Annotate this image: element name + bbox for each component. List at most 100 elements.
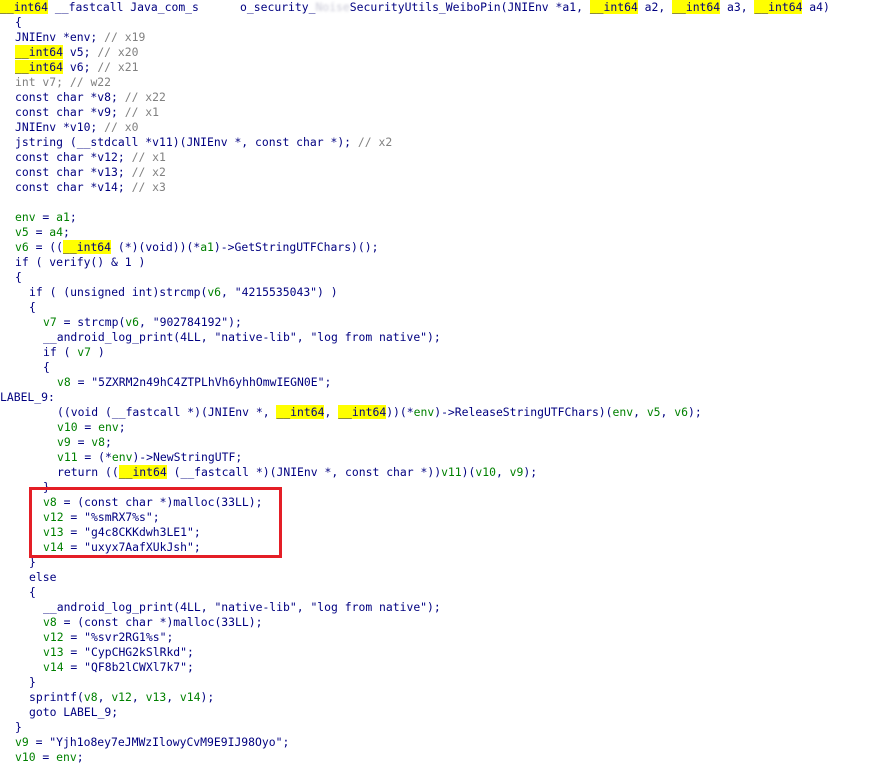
code-line[interactable]: v6 = ((__int64 (*)(void))(*a1)->GetStrin…: [0, 240, 881, 255]
code-token: // x22: [124, 90, 166, 104]
code-token: v8: [91, 435, 106, 449]
code-line[interactable]: ((void (__fastcall *)(JNIEnv *, __int64,…: [0, 405, 881, 420]
code-line[interactable]: __android_log_print(4LL, "native-lib", "…: [0, 330, 881, 345]
code-token: = (const char *)malloc(33LL);: [56, 615, 263, 629]
code-line[interactable]: __int64 __fastcall Java_com_s o_security…: [0, 0, 881, 15]
code-token: v13: [43, 645, 64, 659]
code-line[interactable]: {: [0, 300, 881, 315]
code-line[interactable]: const char *v8; // x22: [0, 90, 881, 105]
code-line[interactable]: if ( (unsigned int)strcmp(v6, "421553504…: [0, 285, 881, 300]
code-line[interactable]: [0, 195, 881, 210]
code-token: v6: [125, 315, 140, 329]
code-line[interactable]: v10 = env;: [0, 420, 881, 435]
code-line[interactable]: v12 = "%svr2RG1%s";: [0, 630, 881, 645]
code-token: sprintf(: [29, 690, 84, 704]
code-line[interactable]: __int64 v5; // x20: [0, 45, 881, 60]
code-token: __int64: [63, 240, 112, 254]
code-token: __int64: [338, 405, 387, 419]
code-line[interactable]: env = a1;: [0, 210, 881, 225]
code-line[interactable]: }: [0, 720, 881, 735]
code-line[interactable]: }: [0, 675, 881, 690]
code-token: =: [35, 210, 57, 224]
code-token: // x20: [97, 45, 139, 59]
code-token: // w22: [69, 75, 112, 89]
code-line[interactable]: const char *v13; // x2: [0, 165, 881, 180]
code-token: if ( verify() & 1 ): [15, 255, 146, 269]
code-token: v9: [57, 435, 71, 449]
code-line[interactable]: goto LABEL_9;: [0, 705, 881, 720]
code-token: v6: [15, 240, 29, 254]
code-token: LABEL_9:: [0, 390, 55, 404]
code-line[interactable]: JNIEnv *env; // x19: [0, 30, 881, 45]
code-token: Noise: [315, 0, 350, 14]
code-line[interactable]: __android_log_print(4LL, "native-lib", "…: [0, 600, 881, 615]
code-line[interactable]: int v7; // w22: [0, 75, 881, 90]
code-line[interactable]: {: [0, 270, 881, 285]
code-token: , "902784192");: [139, 315, 242, 329]
code-line[interactable]: return ((__int64 (__fastcall *)(JNIEnv *…: [0, 465, 881, 480]
code-line[interactable]: {: [0, 585, 881, 600]
code-token: ,: [97, 690, 112, 704]
code-token: );: [687, 405, 702, 419]
code-line[interactable]: v13 = "CypCHG2kSlRkd";: [0, 645, 881, 660]
code-token: ((void (__fastcall *)(JNIEnv *,: [57, 405, 277, 419]
code-line[interactable]: {: [0, 15, 881, 30]
code-line[interactable]: v14 = "QF8b2lCWXl7k7";: [0, 660, 881, 675]
code-token: // x2: [131, 165, 166, 179]
code-token: {: [43, 360, 50, 374]
code-token: = strcmp(: [56, 315, 126, 329]
code-token: ;: [105, 435, 112, 449]
pseudocode-editor[interactable]: __int64 __fastcall Java_com_s o_security…: [0, 0, 881, 765]
code-token: env: [15, 210, 36, 224]
code-token: v9: [509, 465, 524, 479]
code-line[interactable]: if ( verify() & 1 ): [0, 255, 881, 270]
code-token: __int64: [672, 0, 721, 14]
code-line[interactable]: v8 = (const char *)malloc(33LL);: [0, 615, 881, 630]
code-line[interactable]: if ( v7 ): [0, 345, 881, 360]
code-token: __int64: [0, 0, 49, 14]
code-line[interactable]: v11 = (*env)->NewStringUTF;: [0, 450, 881, 465]
code-token: jstring (__stdcall *v11)(JNIEnv *, const…: [15, 135, 358, 149]
code-token: return ((: [57, 465, 119, 479]
code-line[interactable]: sprintf(v8, v12, v13, v14);: [0, 690, 881, 705]
code-token: __android_log_print(4LL, "native-lib", "…: [43, 600, 441, 614]
code-token: __int64: [15, 60, 64, 74]
code-token: ;: [63, 225, 70, 239]
code-line[interactable]: const char *v9; // x1: [0, 105, 881, 120]
code-line[interactable]: {: [0, 360, 881, 375]
code-token: , "4215535043") ): [221, 285, 338, 299]
code-token: a4: [49, 225, 64, 239]
code-line[interactable]: else: [0, 570, 881, 585]
code-line[interactable]: v8 = "5ZXRM2n49hC4ZTPLhVh6yhhOmwIEGN0E";: [0, 375, 881, 390]
code-token: v11: [441, 465, 462, 479]
code-token: ): [91, 345, 105, 359]
code-line[interactable]: const char *v14; // x3: [0, 180, 881, 195]
code-line[interactable]: v7 = strcmp(v6, "902784192");: [0, 315, 881, 330]
code-line[interactable]: v10 = env;: [0, 750, 881, 765]
code-token: __int64: [754, 0, 803, 14]
code-token: __int64: [118, 465, 167, 479]
code-token: a1: [200, 240, 214, 254]
code-token: const char *v14;: [15, 180, 132, 194]
code-line[interactable]: LABEL_9:: [0, 390, 881, 405]
code-token: __int64: [276, 405, 325, 419]
code-token: const char *v8;: [15, 90, 125, 104]
code-token: // x2: [357, 135, 393, 149]
code-token: )->NewStringUTF;: [132, 450, 243, 464]
code-token: // x1: [124, 105, 160, 119]
code-token: ,: [495, 465, 510, 479]
code-line[interactable]: v9 = v8;: [0, 435, 881, 450]
code-line[interactable]: JNIEnv *v10; // x0: [0, 120, 881, 135]
code-token: v5: [646, 405, 661, 419]
code-token: v7: [43, 315, 57, 329]
code-line[interactable]: jstring (__stdcall *v11)(JNIEnv *, const…: [0, 135, 881, 150]
code-token: (__fastcall *)(JNIEnv *, const char *)): [166, 465, 442, 479]
code-line[interactable]: v9 = "Yjh1o8ey7eJMWzIlowyCvM9E9IJ98Oyo";: [0, 735, 881, 750]
code-line[interactable]: const char *v12; // x1: [0, 150, 881, 165]
code-line[interactable]: v5 = a4;: [0, 225, 881, 240]
code-token: __android_log_print(4LL, "native-lib", "…: [43, 330, 441, 344]
code-token: const char *v13;: [15, 165, 132, 179]
code-token: env: [111, 450, 133, 464]
code-line[interactable]: __int64 v6; // x21: [0, 60, 881, 75]
code-token: v9: [15, 735, 29, 749]
